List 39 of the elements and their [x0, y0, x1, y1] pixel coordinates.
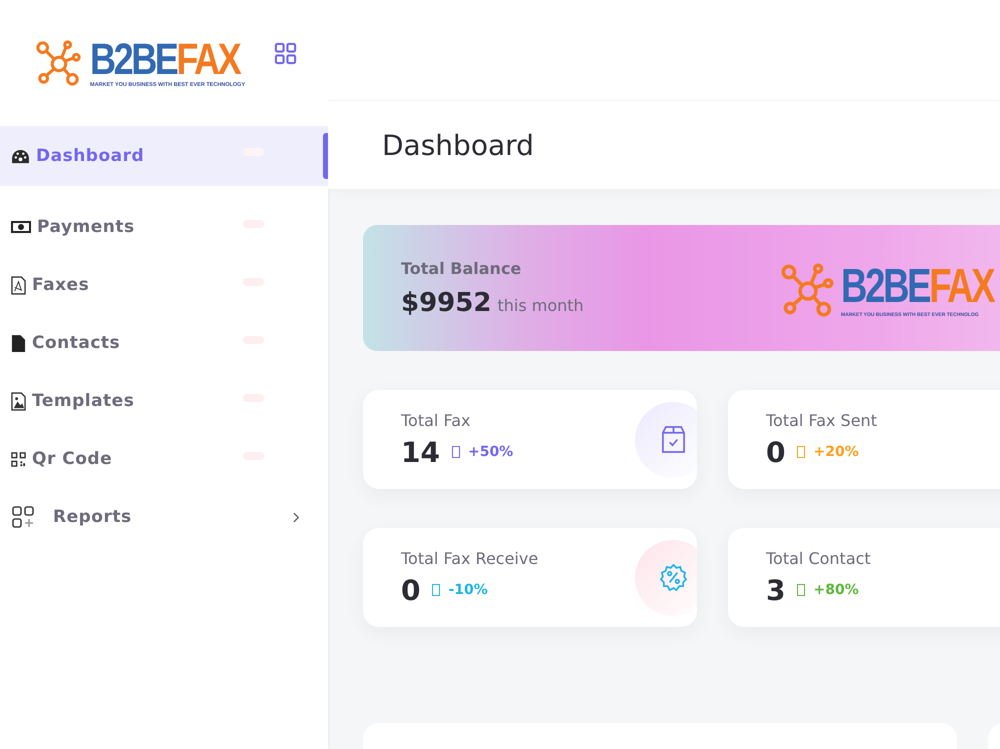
- active-indicator: [323, 133, 328, 179]
- file-icon: [11, 334, 26, 352]
- widgets-icon: [11, 505, 35, 529]
- page-title: Dashboard: [382, 128, 534, 162]
- network-logo-icon: [36, 40, 82, 86]
- sidebar-item[interactable]: Qr Code: [11, 449, 112, 469]
- balance-period: this month: [497, 296, 584, 314]
- stat-value: 14: [401, 436, 440, 468]
- brand-wordmark: B2BEFAX: [90, 38, 240, 82]
- stat-label: Total Fax: [401, 410, 472, 430]
- image-file-icon: [11, 392, 26, 410]
- speedometer-icon: [11, 148, 30, 164]
- sidebar-item[interactable]: Faxes: [11, 275, 90, 295]
- stat-value: 0: [401, 574, 420, 606]
- banknote-icon: [11, 220, 31, 234]
- stat-label: Total Fax Receive: [401, 548, 538, 568]
- box-check-icon: [660, 425, 686, 454]
- sidebar-item[interactable]: Contacts: [11, 333, 120, 353]
- sidebar-item[interactable]: Templates: [11, 391, 134, 411]
- stat-value: 0: [766, 436, 786, 468]
- stat-change: +80%: [813, 582, 859, 598]
- chevron-right-icon: [293, 512, 300, 523]
- sidebar-item[interactable]: Reports: [11, 505, 132, 529]
- percent-badge-icon: [660, 564, 686, 591]
- sidebar-item[interactable]: Dashboard: [11, 146, 144, 166]
- balance-label: Total Balance: [401, 258, 522, 278]
- qr-code-icon: [11, 452, 26, 466]
- balance-amount: $9952: [401, 288, 492, 318]
- stat-label: Total Contact: [766, 548, 871, 568]
- pdf-file-icon: [11, 276, 26, 294]
- sidebar-item[interactable]: Payments: [11, 217, 135, 237]
- brand-wordmark: B2BEFAX: [841, 262, 994, 312]
- stat-label: Total Fax Sent: [766, 410, 877, 430]
- stat-change: +50%: [468, 444, 514, 460]
- stat-change: -10%: [448, 582, 488, 598]
- grid-icon[interactable]: [274, 42, 297, 64]
- stat-change: +20%: [813, 444, 859, 460]
- network-logo-icon: [781, 263, 835, 317]
- stat-value: 3: [766, 574, 786, 606]
